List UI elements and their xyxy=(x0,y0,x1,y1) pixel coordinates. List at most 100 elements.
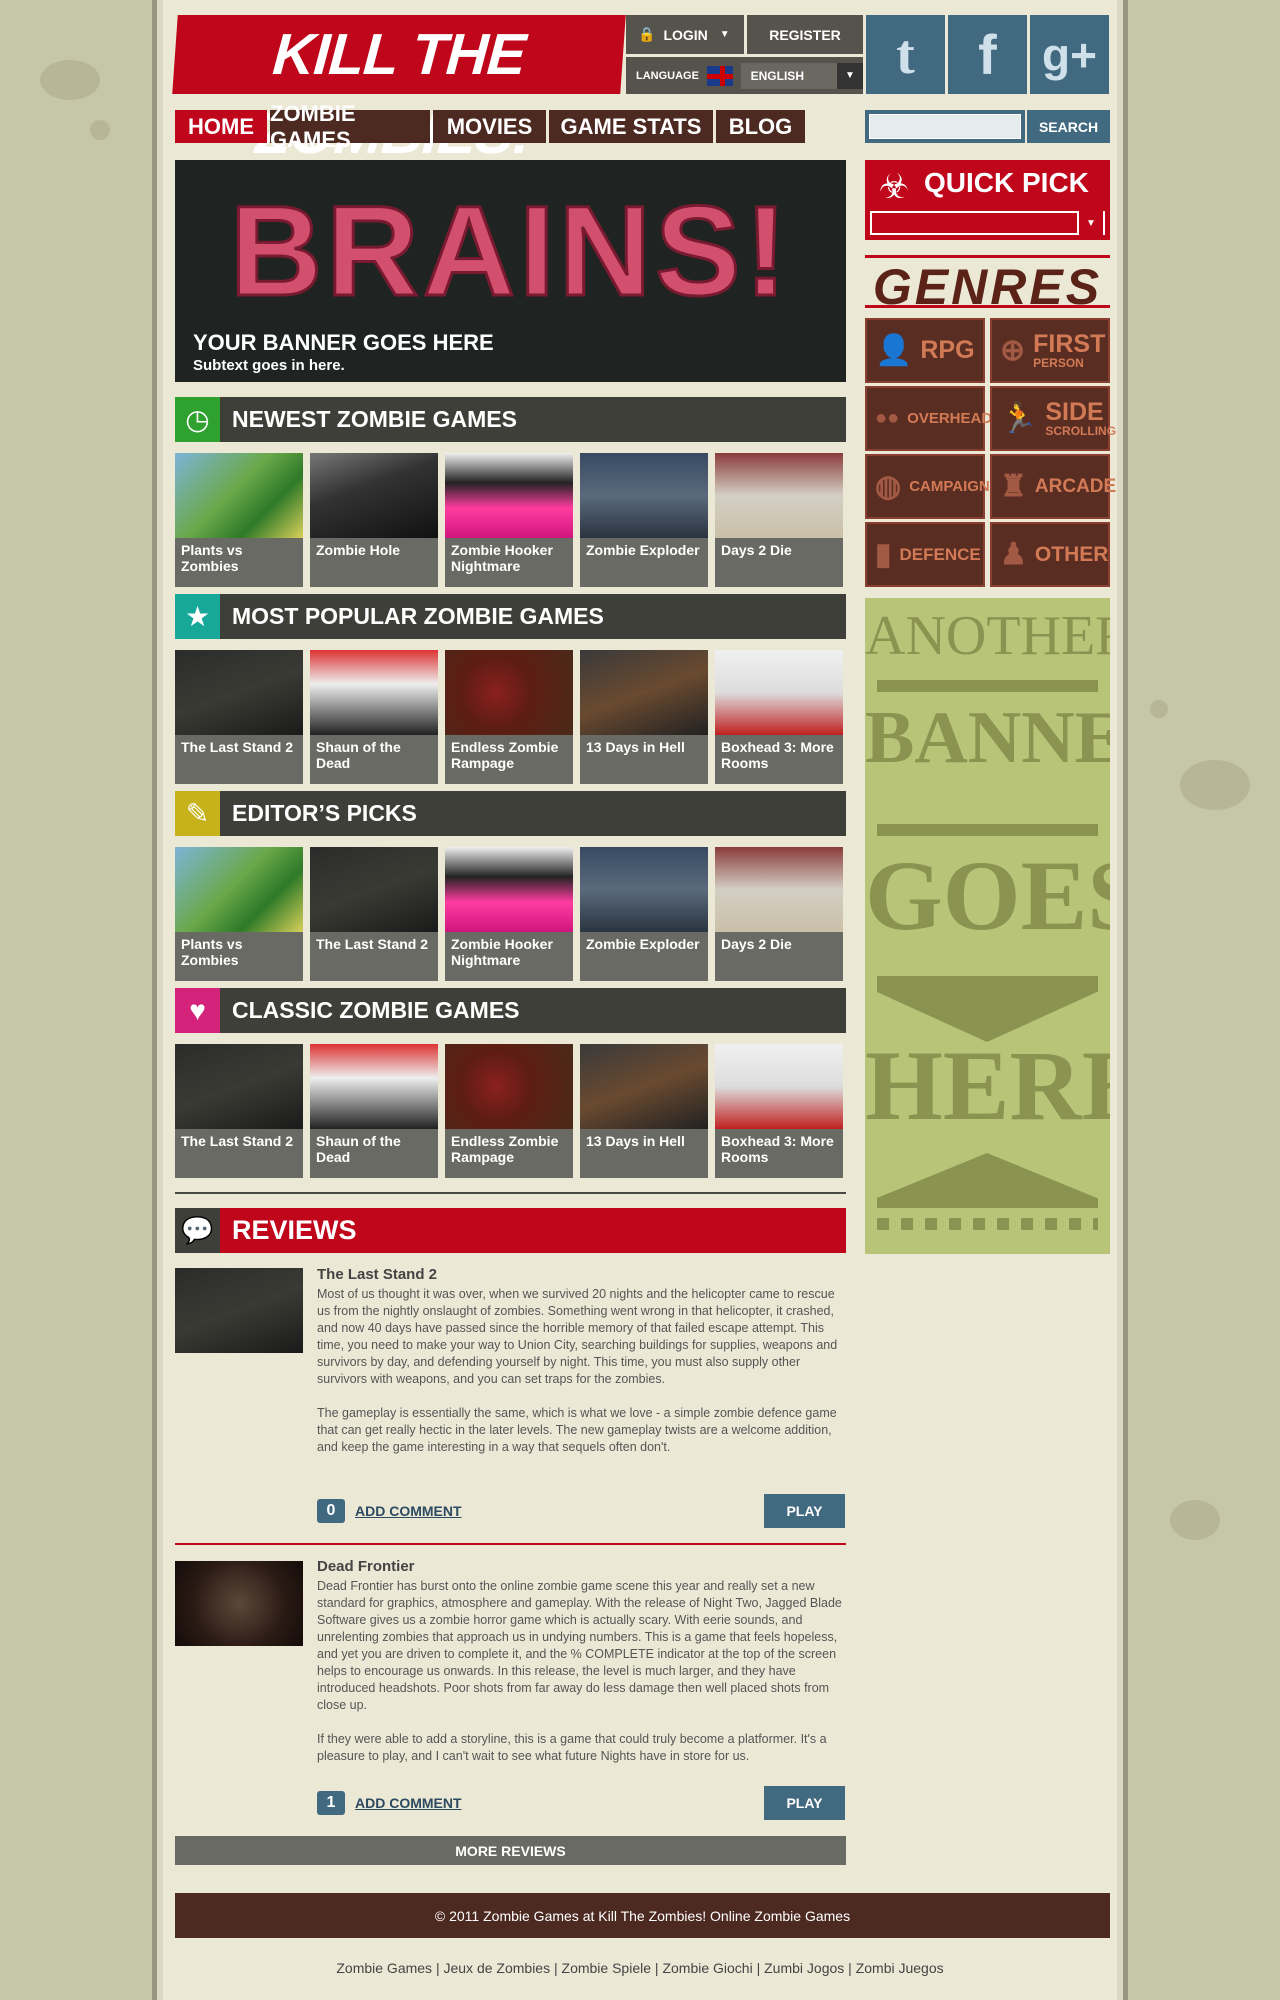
search-button[interactable]: SEARCH xyxy=(1027,110,1110,143)
game-tile[interactable]: The Last Stand 2 xyxy=(310,847,438,981)
game-tile[interactable]: Plants vs Zombies xyxy=(175,847,303,981)
game-title: Endless Zombie Rampage xyxy=(451,739,559,771)
heart-icon: ♥ xyxy=(175,988,220,1033)
game-thumbnail xyxy=(445,650,573,735)
facebook-icon[interactable]: f xyxy=(948,15,1027,94)
genre-arcade[interactable]: ♜ ARCADE xyxy=(990,454,1116,519)
hero-banner[interactable]: BRAINS! YOUR BANNER GOES HERE Subtext go… xyxy=(175,160,846,382)
footprints-icon: ●● xyxy=(875,407,900,429)
game-tile[interactable]: 13 Days in Hell xyxy=(580,650,708,784)
game-title: 13 Days in Hell xyxy=(586,1133,685,1149)
add-comment-link[interactable]: ADD COMMENT xyxy=(355,1503,462,1519)
login-button[interactable]: 🔒 LOGIN ▼ xyxy=(626,15,744,54)
footer-link[interactable]: Jeux de Zombies xyxy=(443,1960,550,1976)
game-tile[interactable]: Endless Zombie Rampage xyxy=(445,650,573,784)
review-paragraph: Most of us thought it was over, when we … xyxy=(317,1287,838,1386)
play-button[interactable]: PLAY xyxy=(764,1786,845,1820)
game-tile[interactable]: Zombie Hooker Nightmare xyxy=(445,453,573,587)
google-plus-icon[interactable]: g+ xyxy=(1030,15,1109,94)
register-button[interactable]: REGISTER xyxy=(747,15,863,54)
comment-count-badge: 0 xyxy=(317,1499,345,1523)
quick-pick-select[interactable]: ▼ xyxy=(870,211,1105,235)
genre-campaign[interactable]: ◍ CAMPAIGN xyxy=(865,454,990,519)
background-splatter xyxy=(40,60,100,100)
nav-movies[interactable]: MOVIES xyxy=(433,110,546,143)
runner-icon: 🏃 xyxy=(1000,402,1038,435)
genre-first-person[interactable]: ⊕ FIRST PERSON xyxy=(990,318,1110,383)
language-select[interactable]: ENGLISH ▼ xyxy=(740,62,863,89)
game-title: Boxhead 3: More Rooms xyxy=(721,739,834,771)
game-tile[interactable]: Shaun of the Dead xyxy=(310,1044,438,1178)
ad-decoration xyxy=(877,1218,1098,1230)
game-row-classic: The Last Stand 2 Shaun of the Dead Endle… xyxy=(175,1044,846,1178)
reviews-title: REVIEWS xyxy=(232,1215,357,1245)
search-input[interactable] xyxy=(869,114,1021,139)
game-title: Days 2 Die xyxy=(721,936,792,952)
game-tile[interactable]: Boxhead 3: More Rooms xyxy=(715,1044,843,1178)
review-thumbnail[interactable] xyxy=(175,1561,303,1646)
background-splatter xyxy=(90,120,110,140)
game-title: Plants vs Zombies xyxy=(181,936,243,968)
sidebar-ad-banner[interactable]: ANOTHER BANNER GOES HERE xyxy=(865,598,1110,1254)
genre-defence[interactable]: ▮ DEFENCE xyxy=(865,522,985,587)
game-thumbnail xyxy=(445,1044,573,1129)
game-tile[interactable]: Boxhead 3: More Rooms xyxy=(715,650,843,784)
game-tile[interactable]: Zombie Hole xyxy=(310,453,438,587)
genre-other[interactable]: ♟ OTHER xyxy=(990,522,1110,587)
genre-overhead[interactable]: ●● OVERHEAD xyxy=(865,386,992,451)
section-header-popular: ★ MOST POPULAR ZOMBIE GAMES xyxy=(175,594,846,639)
game-tile[interactable]: The Last Stand 2 xyxy=(175,650,303,784)
genre-rpg[interactable]: 👤 RPG xyxy=(865,318,985,383)
game-thumbnail xyxy=(310,453,438,538)
ad-decoration xyxy=(877,976,1098,992)
review-title[interactable]: Dead Frontier xyxy=(317,1558,415,1575)
twitter-icon[interactable]: t xyxy=(866,15,945,94)
game-tile[interactable]: Zombie Hooker Nightmare xyxy=(445,847,573,981)
review-title[interactable]: The Last Stand 2 xyxy=(317,1266,437,1283)
game-title: Zombie Exploder xyxy=(586,936,700,952)
more-reviews-button[interactable]: MORE REVIEWS xyxy=(175,1836,846,1865)
footer-link[interactable]: Zombie Spiele xyxy=(562,1960,652,1976)
divider xyxy=(175,1192,846,1194)
tower-icon: ▮ xyxy=(875,538,892,571)
review-thumbnail[interactable] xyxy=(175,1268,303,1353)
nav-zombie-games[interactable]: ZOMBIE GAMES xyxy=(270,101,430,152)
footer-link[interactable]: Zumbi Jogos xyxy=(764,1960,844,1976)
game-tile[interactable]: Zombie Exploder xyxy=(580,453,708,587)
search-box xyxy=(865,110,1025,143)
game-tile[interactable]: Shaun of the Dead xyxy=(310,650,438,784)
review-paragraph: The gameplay is essentially the same, wh… xyxy=(317,1406,837,1454)
footer-link[interactable]: Zombie Giochi xyxy=(662,1960,752,1976)
background-splatter xyxy=(1180,760,1250,810)
game-tile[interactable]: 13 Days in Hell xyxy=(580,1044,708,1178)
play-button[interactable]: PLAY xyxy=(764,1494,845,1528)
nav-game-stats[interactable]: GAME STATS xyxy=(549,110,713,143)
banner-art-text: BRAINS! xyxy=(228,179,792,325)
section-title: NEWEST ZOMBIE GAMES xyxy=(232,406,517,432)
game-tile[interactable]: Plants vs Zombies xyxy=(175,453,303,587)
game-title: The Last Stand 2 xyxy=(181,739,294,755)
nav-home[interactable]: HOME xyxy=(175,110,267,143)
site-logo[interactable]: KILL THE ZOMBIES! xyxy=(172,15,626,166)
footer-link[interactable]: Zombi Juegos xyxy=(856,1960,944,1976)
game-tile[interactable]: The Last Stand 2 xyxy=(175,1044,303,1178)
footer-link[interactable]: Zombie Games xyxy=(336,1960,432,1976)
genre-grid: 👤 RPG ⊕ FIRST PERSON ●● OVERHEAD 🏃 SIDE SCROLL… xyxy=(865,318,1116,587)
game-tile[interactable]: Days 2 Die xyxy=(715,453,843,587)
language-selector[interactable]: LANGUAGE ENGLISH ▼ xyxy=(626,57,863,94)
game-thumbnail xyxy=(175,1044,303,1129)
add-comment-link[interactable]: ADD COMMENT xyxy=(355,1795,462,1811)
game-tile[interactable]: Zombie Exploder xyxy=(580,847,708,981)
game-title: Endless Zombie Rampage xyxy=(451,1133,559,1165)
nav-blog[interactable]: BLOG xyxy=(716,110,805,143)
section-header-classic: ♥ CLASSIC ZOMBIE GAMES xyxy=(175,988,846,1033)
game-title: Boxhead 3: More Rooms xyxy=(721,1133,834,1165)
genre-side-scrolling[interactable]: 🏃 SIDE SCROLLING xyxy=(990,386,1116,451)
game-thumbnail xyxy=(310,650,438,735)
game-thumbnail xyxy=(175,650,303,735)
game-tile[interactable]: Endless Zombie Rampage xyxy=(445,1044,573,1178)
game-tile[interactable]: Days 2 Die xyxy=(715,847,843,981)
game-row-newest: Plants vs Zombies Zombie Hole Zombie Hoo… xyxy=(175,453,846,587)
game-thumbnail xyxy=(715,1044,843,1129)
game-title: Zombie Hole xyxy=(316,542,401,558)
